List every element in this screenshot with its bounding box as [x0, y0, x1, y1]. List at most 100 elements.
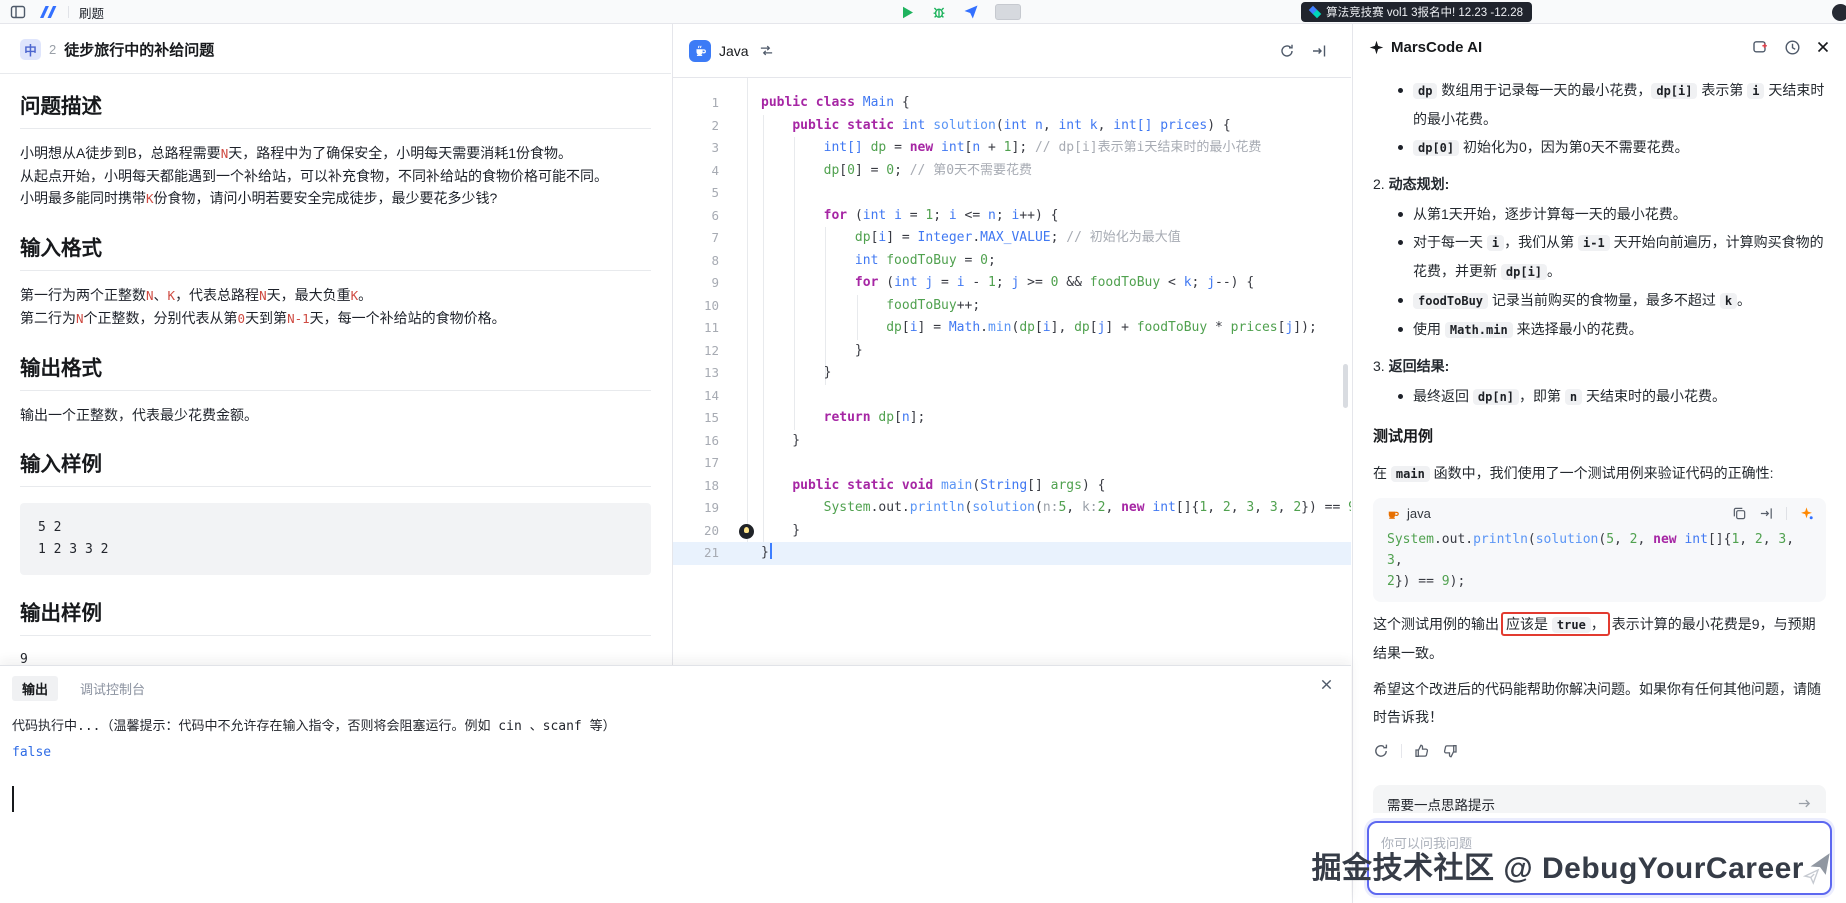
ai-bullet-list: dp 数组用于记录每一天的最小花费，dp[i] 表示第 i 天结束时的最小花费。…	[1373, 76, 1826, 162]
suggestion-label: 需要一点思路提示	[1387, 794, 1495, 814]
line-number[interactable]: 11	[673, 317, 719, 340]
text-span: .	[980, 320, 988, 335]
thumbs-down-icon[interactable]	[1442, 743, 1458, 759]
sidebar-toggle-icon[interactable]	[10, 4, 26, 20]
line-number[interactable]: 10	[673, 295, 719, 318]
line-number[interactable]: 21	[673, 542, 719, 565]
text-span: ,	[1278, 500, 1294, 515]
line-number[interactable]: 3	[673, 137, 719, 160]
ai-close-icon[interactable]	[1816, 40, 1830, 54]
history-clock-icon[interactable]	[1784, 39, 1801, 56]
text-span: (	[972, 478, 980, 493]
editor-caret	[770, 543, 772, 559]
line-number[interactable]: 8	[673, 250, 719, 273]
line-number[interactable]: 1	[673, 92, 719, 115]
regenerate-icon[interactable]	[1373, 743, 1389, 759]
contest-banner[interactable]: 算法竞技赛 vol1 3报名中! 12.23 -12.28	[1301, 2, 1532, 22]
text-span: (	[1598, 532, 1606, 547]
tab-output[interactable]: 输出	[12, 676, 58, 701]
reset-code-icon[interactable]	[1279, 43, 1295, 59]
text-span: n:	[1043, 500, 1059, 515]
line-number[interactable]: 20	[673, 520, 719, 543]
line-number[interactable]: 13	[673, 362, 719, 385]
code-line[interactable]: 18 public static void main(String[] args…	[673, 475, 1351, 498]
inline-code-chip: dp[0]	[1413, 140, 1459, 156]
quickfix-lightbulb-icon[interactable]	[739, 524, 754, 539]
text-span: int	[855, 253, 886, 268]
line-number[interactable]: 16	[673, 430, 719, 453]
text-span: k	[1184, 275, 1192, 290]
line-number[interactable]: 6	[673, 205, 719, 228]
line-number[interactable]: 14	[673, 385, 719, 408]
text-span: int[]	[824, 140, 871, 155]
line-number[interactable]: 2	[673, 115, 719, 138]
code-line[interactable]: 8 int foodToBuy = 0;	[673, 250, 1351, 273]
line-number[interactable]: 19	[673, 497, 719, 520]
debug-button[interactable]	[931, 4, 947, 20]
console-close-icon[interactable]	[1320, 678, 1333, 691]
inline-code-chip: dp	[1413, 83, 1437, 99]
new-chat-icon[interactable]	[1752, 39, 1769, 56]
code-line[interactable]: 11 dp[i] = Math.min(dp[i], dp[j] + foodT…	[673, 317, 1351, 340]
insert-code-icon[interactable]	[1759, 506, 1774, 521]
code-line[interactable]: 21}	[673, 542, 1351, 565]
language-label[interactable]: Java	[719, 43, 749, 59]
line-number[interactable]: 9	[673, 272, 719, 295]
line-number[interactable]: 5	[673, 182, 719, 205]
suggestion-hint-button[interactable]: 需要一点思路提示	[1373, 785, 1826, 813]
line-number[interactable]: 17	[673, 452, 719, 475]
text-span: []{	[1708, 532, 1731, 547]
text-span: prices	[1231, 320, 1278, 335]
code-line[interactable]: 14	[673, 385, 1351, 408]
code-line[interactable]: 6 for (int i = 1; i <= n; i++) {	[673, 205, 1351, 228]
list-item: dp[0] 初始化为0，因为第0天不需要花费。	[1395, 133, 1826, 162]
marscode-logo[interactable]	[36, 5, 58, 19]
text-span: 2	[1755, 532, 1763, 547]
tab-debug-console[interactable]: 调试控制台	[70, 676, 155, 701]
code-line[interactable]: 3 int[] dp = new int[n + 1]; // dp[i]表示第…	[673, 137, 1351, 160]
line-number[interactable]: 18	[673, 475, 719, 498]
format-code-icon[interactable]	[1311, 43, 1327, 59]
text-span: // 初始化为最大值	[1066, 230, 1180, 245]
menu-item-practice[interactable]: 刷题	[79, 3, 104, 22]
code-line[interactable]: 5	[673, 182, 1351, 205]
code-line[interactable]: 16 }	[673, 430, 1351, 453]
line-number[interactable]: 12	[673, 340, 719, 363]
language-switch-icon[interactable]	[759, 43, 774, 58]
notification-bell-icon[interactable]	[1832, 4, 1846, 21]
text-span: ;	[894, 163, 910, 178]
code-line[interactable]: 15 return dp[n];	[673, 407, 1351, 430]
text-span: N	[259, 288, 267, 303]
list-item: dp 数组用于记录每一天的最小花费，dp[i] 表示第 i 天结束时的最小花费。	[1395, 76, 1826, 133]
code-line[interactable]: 1public class Main {	[673, 92, 1351, 115]
line-number[interactable]: 15	[673, 407, 719, 430]
section-paragraphs: 输出一个正整数，代表最少花费金额。	[20, 404, 651, 426]
code-line[interactable]: 2 public static int solution(int n, int …	[673, 115, 1351, 138]
run-button[interactable]	[900, 5, 915, 20]
code-line[interactable]: 10 foodToBuy++;	[673, 295, 1351, 318]
text-span: dp	[886, 320, 902, 335]
code-line[interactable]: 7 dp[i] = Integer.MAX_VALUE; // 初始化为最大值	[673, 227, 1351, 250]
text-span: ] +	[1105, 320, 1136, 335]
text-span	[761, 275, 855, 290]
ai-apply-spark-icon[interactable]	[1799, 506, 1814, 521]
text-span: .out.	[1434, 532, 1473, 547]
code-editor-area[interactable]: 1public class Main {2 public static int …	[673, 78, 1351, 565]
code-line[interactable]: 17	[673, 452, 1351, 475]
line-number[interactable]: 7	[673, 227, 719, 250]
code-text: }	[761, 430, 800, 453]
code-line[interactable]: 12 }	[673, 340, 1351, 363]
text-span: }	[761, 433, 800, 448]
code-line[interactable]: 4 dp[0] = 0; // 第0天不需要花费	[673, 160, 1351, 183]
code-line[interactable]: 13 }	[673, 362, 1351, 385]
copy-code-icon[interactable]	[1732, 506, 1747, 521]
text-span: int[]	[1113, 118, 1160, 133]
line-number[interactable]: 4	[673, 160, 719, 183]
submit-plane-icon[interactable]	[963, 4, 979, 20]
code-line[interactable]: 9 for (int j = i - 1; j >= 0 && foodToBu…	[673, 272, 1351, 295]
thumbs-up-icon[interactable]	[1414, 743, 1430, 759]
text-span: N	[76, 311, 84, 326]
text-span	[761, 253, 855, 268]
code-line[interactable]: 20 }	[673, 520, 1351, 543]
code-line[interactable]: 19 System.out.println(solution(n:5, k:2,…	[673, 497, 1351, 520]
